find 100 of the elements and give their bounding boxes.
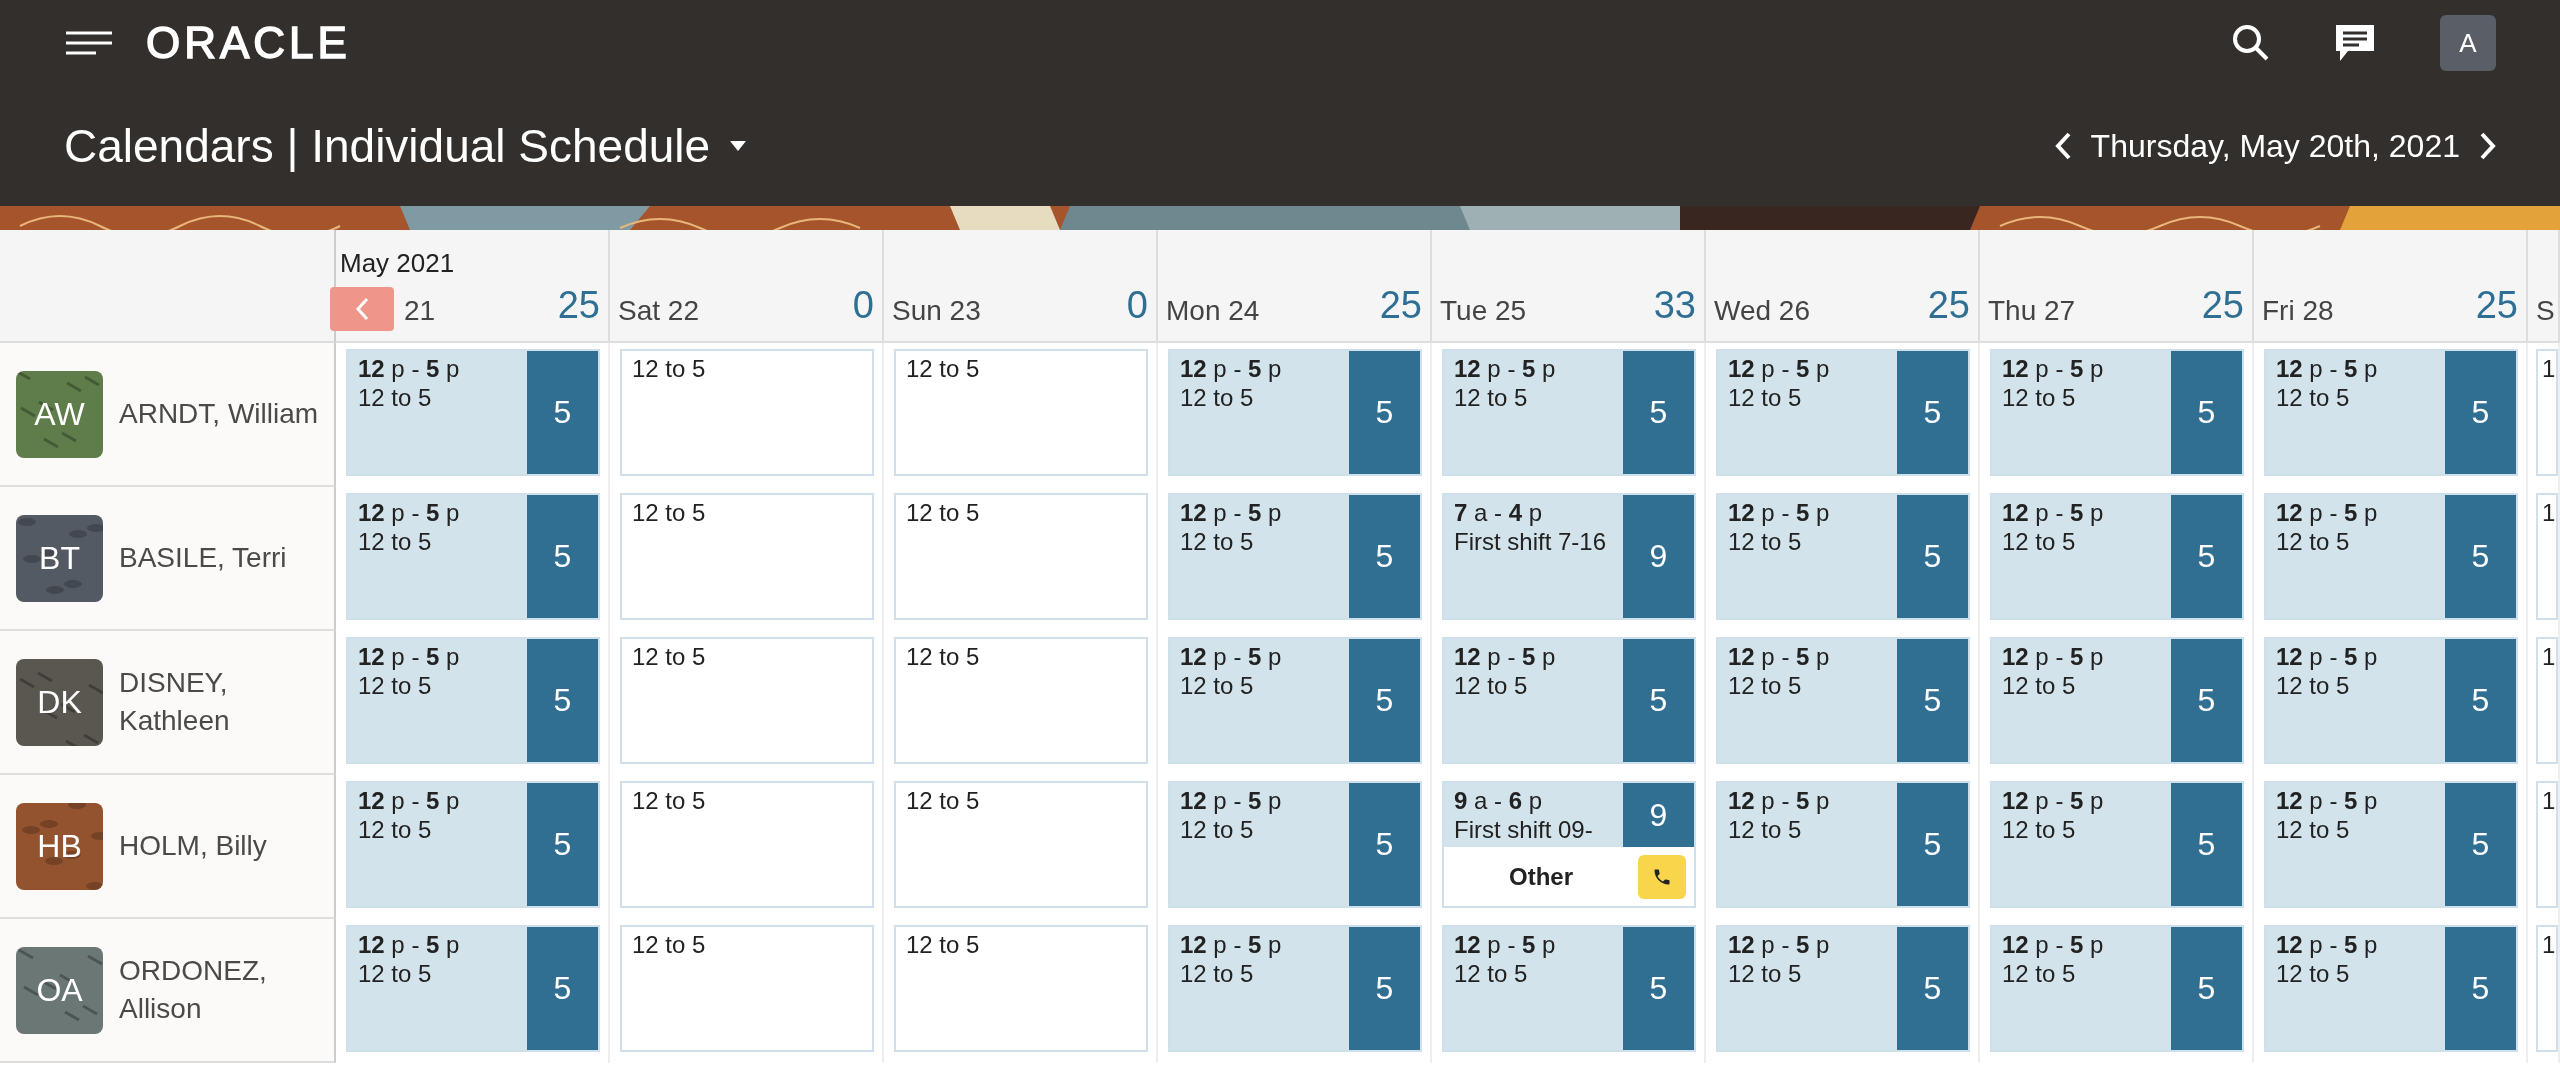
shift-card[interactable]: 12 to 5 xyxy=(894,925,1148,1052)
shift-card[interactable]: 12 p - 5 p 12 to 5 5 xyxy=(2264,637,2518,764)
shift-card[interactable]: 12 to 5 xyxy=(620,493,874,620)
shift-note: 12 to 5 xyxy=(2002,959,2077,989)
shift-count: 5 xyxy=(1897,351,1968,474)
shift-card[interactable]: 12 p - 5 p 12 to 5 5 xyxy=(346,493,600,620)
shift-card[interactable]: 12 p - 5 p 12 to 5 5 xyxy=(1716,781,1970,908)
shift-count: 5 xyxy=(1623,351,1694,474)
shift-card[interactable]: 12 p - 5 p 12 to 5 5 xyxy=(1168,637,1422,764)
shift-count: 5 xyxy=(2445,927,2516,1050)
shift-card[interactable]: 12 p - 5 p 12 to 5 5 xyxy=(1168,493,1422,620)
shift-note: 1 xyxy=(2542,643,2554,672)
day-total: 33 xyxy=(1653,284,1696,327)
shift-card[interactable]: 12 p - 5 p 12 to 5 5 xyxy=(1716,925,1970,1052)
shift-card[interactable]: 12 p - 5 p 12 to 5 5 xyxy=(2264,925,2518,1052)
person-name: HOLM, Billy xyxy=(119,829,268,864)
person-name: ORDONEZ, Allison xyxy=(119,954,268,1026)
shift-time: 7 a - 4 p xyxy=(1454,499,1544,528)
shift-card[interactable]: 12 p - 5 p 12 to 5 5 xyxy=(2264,349,2518,476)
shift-note: 12 to 5 xyxy=(2276,671,2351,701)
shift-card[interactable]: 12 to 5 xyxy=(620,781,874,908)
person-avatar: HB xyxy=(16,802,103,890)
shift-card[interactable]: 12 to 5 xyxy=(894,349,1148,476)
shift-card[interactable]: 12 to 5 xyxy=(894,781,1148,908)
shift-card[interactable]: 12 to 5 xyxy=(620,637,874,764)
shift-note: 12 to 5 xyxy=(1728,959,1803,989)
person-name: ARNDT, William xyxy=(119,397,320,432)
shift-note: 12 to 5 xyxy=(632,499,707,528)
shift-note: 12 to 5 xyxy=(2002,815,2077,845)
shift-note: 12 to 5 xyxy=(906,355,981,384)
shift-card[interactable]: 12 to 5 xyxy=(620,349,874,476)
day-label: Tue 25 xyxy=(1440,295,1528,327)
shift-count: 5 xyxy=(1349,927,1420,1050)
shift-count: 5 xyxy=(527,351,598,474)
phone-button[interactable] xyxy=(1638,854,1686,899)
menu-icon[interactable] xyxy=(64,30,114,56)
shift-card[interactable]: 12 p - 5 p 12 to 5 5 xyxy=(1990,637,2244,764)
shift-card[interactable]: 12 p - 5 p 12 to 5 5 xyxy=(1716,493,1970,620)
shift-card[interactable]: 12 p - 5 p 12 to 5 5 xyxy=(1716,349,1970,476)
shift-card[interactable]: 12 p - 5 p 12 to 5 5 xyxy=(2264,781,2518,908)
shift-card[interactable]: 12 to 5 xyxy=(894,637,1148,764)
shift-card[interactable]: 12 p - 5 p 12 to 5 5 xyxy=(346,781,600,908)
user-avatar[interactable]: A xyxy=(2440,15,2496,71)
day-total: 25 xyxy=(2201,284,2244,327)
shift-card[interactable]: 12 p - 5 p 12 to 5 5 xyxy=(1990,493,2244,620)
shift-note: 12 to 5 xyxy=(1180,815,1255,845)
search-icon[interactable] xyxy=(2232,24,2270,62)
shift-time: 12 p - 5 p xyxy=(2276,931,2379,960)
shift-note: 12 to 5 xyxy=(1728,815,1803,845)
shift-card[interactable]: 12 to 5 xyxy=(894,493,1148,620)
dropdown-caret-icon[interactable] xyxy=(730,141,747,151)
shift-time: 12 p - 5 p xyxy=(1728,643,1831,672)
day-total: 25 xyxy=(2475,284,2518,327)
shift-card[interactable]: 12 p - 5 p 12 to 5 5 xyxy=(346,637,600,764)
shift-time: 12 p - 5 p xyxy=(1180,931,1283,960)
shift-note: 12 to 5 xyxy=(1180,383,1255,413)
shift-count: 9 xyxy=(1623,495,1694,618)
shift-card[interactable]: 1 xyxy=(2536,349,2558,476)
shift-card[interactable]: 12 p - 5 p 12 to 5 5 xyxy=(346,925,600,1052)
person-name: BASILE, Terri xyxy=(119,541,288,576)
shift-card[interactable]: 12 p - 5 p 12 to 5 5 xyxy=(1990,925,2244,1052)
day-label: Thu 27 xyxy=(1988,295,2077,327)
shift-time: 12 p - 5 p xyxy=(2002,931,2105,960)
chat-icon[interactable] xyxy=(2334,23,2376,63)
shift-card[interactable]: 1 xyxy=(2536,637,2558,764)
shift-card[interactable]: 12 p - 5 p 12 to 5 5 xyxy=(2264,493,2518,620)
shift-card[interactable]: 12 p - 5 p 12 to 5 5 xyxy=(1168,781,1422,908)
shift-card[interactable]: 12 p - 5 p 12 to 5 5 xyxy=(1990,349,2244,476)
shift-card[interactable]: 12 p - 5 p 12 to 5 5 xyxy=(1990,781,2244,908)
shift-count: 5 xyxy=(1623,639,1694,762)
shift-count: 5 xyxy=(527,639,598,762)
shift-card[interactable]: 12 p - 5 p 12 to 5 5 xyxy=(1442,925,1696,1052)
shift-count: 5 xyxy=(2445,639,2516,762)
shift-note: 12 to 5 xyxy=(1454,671,1529,701)
shift-note: 12 to 5 xyxy=(1180,527,1255,557)
shift-note: 12 to 5 xyxy=(1180,959,1255,989)
shift-time: 12 p - 5 p xyxy=(358,787,461,816)
shift-card[interactable]: 12 p - 5 p 12 to 5 5 xyxy=(346,349,600,476)
previous-icon[interactable] xyxy=(2054,132,2071,160)
shift-note: 12 to 5 xyxy=(2276,383,2351,413)
shift-card[interactable]: 12 p - 5 p 12 to 5 5 xyxy=(1442,637,1696,764)
shift-card[interactable]: 7 a - 4 p First shift 7-16 9 xyxy=(1442,493,1696,620)
shift-note: 12 to 5 xyxy=(632,931,707,960)
shift-card[interactable]: 12 p - 5 p 12 to 5 5 xyxy=(1442,349,1696,476)
shift-card[interactable]: 1 xyxy=(2536,781,2558,908)
shift-card[interactable]: 12 p - 5 p 12 to 5 5 xyxy=(1716,637,1970,764)
shift-count: 5 xyxy=(2445,783,2516,906)
shift-card[interactable]: 12 to 5 xyxy=(620,925,874,1052)
next-icon[interactable] xyxy=(2480,132,2496,160)
shift-card[interactable]: 1 xyxy=(2536,925,2558,1052)
shift-note: 12 to 5 xyxy=(906,787,981,816)
shift-count: 5 xyxy=(2171,783,2242,906)
shift-time: 12 p - 5 p xyxy=(1728,787,1831,816)
shift-card[interactable]: 1 xyxy=(2536,493,2558,620)
current-date: Thursday, May 20th, 2021 xyxy=(2090,127,2460,165)
shift-card[interactable]: 12 p - 5 p 12 to 5 5 xyxy=(1168,925,1422,1052)
shift-note: 12 to 5 xyxy=(2002,383,2077,413)
shift-time: 12 p - 5 p xyxy=(1180,643,1283,672)
shift-note: 12 to 5 xyxy=(1180,671,1255,701)
shift-card[interactable]: 12 p - 5 p 12 to 5 5 xyxy=(1168,349,1422,476)
